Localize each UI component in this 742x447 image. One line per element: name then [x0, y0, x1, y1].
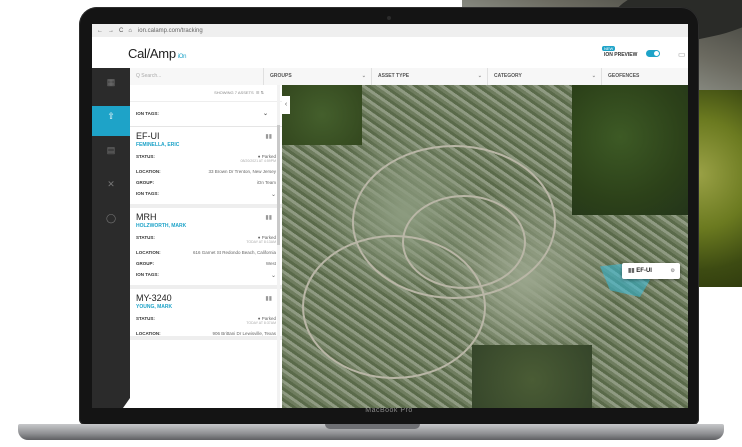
- asset-list: SHOWING 7 ASSETS ☰ ⇅ ION TAGS: ⌄ EF-UI ▮▮…: [130, 85, 283, 408]
- group-label: GROUP:: [136, 261, 154, 266]
- laptop-notch: [325, 424, 420, 429]
- gear-icon[interactable]: ⚙: [671, 263, 675, 279]
- chevron-down-icon: ⌄: [361, 73, 366, 79]
- status-label: STATUS:: [136, 316, 155, 321]
- location-value: 33 Brown Dr Trenton, New Jersey: [208, 169, 276, 174]
- asset-owner[interactable]: YOUNG, MARK: [136, 304, 276, 310]
- nav-reflection: [92, 398, 130, 408]
- asset-name: MY-3240: [136, 293, 172, 303]
- asset-owner[interactable]: FEMINELLA, ERIC: [136, 142, 276, 148]
- camera-dot: [387, 16, 391, 20]
- geofences-dropdown[interactable]: GEOFENCES: [602, 68, 688, 85]
- admin-icon: ◯: [105, 213, 117, 223]
- search-input[interactable]: Q Search...: [130, 68, 264, 85]
- list-view-icon[interactable]: ☰: [256, 90, 260, 95]
- group-label: GROUP:: [136, 180, 154, 185]
- chat-icon[interactable]: ▭: [678, 50, 686, 59]
- nav-tracking[interactable]: ⇧: [92, 106, 130, 136]
- ion-preview-label: ION PREVIEW: [604, 52, 638, 58]
- satellite-map[interactable]: ▮▮ EF-UI ⚙: [282, 85, 688, 408]
- status-label: STATUS:: [136, 154, 155, 159]
- home-icon[interactable]: ⌂: [128, 28, 132, 34]
- filter-bar: Q Search... GROUPS ⌄ ASSET TYPE ⌄ CATEGORY…: [130, 68, 688, 86]
- groups-dropdown[interactable]: GROUPS ⌄: [264, 68, 372, 85]
- location-label: LOCATION:: [136, 331, 161, 336]
- url-field[interactable]: ion.calamp.com/tracking: [138, 28, 203, 34]
- asset-type-dropdown[interactable]: ASSET TYPE ⌄: [372, 68, 488, 85]
- side-nav: ▦ ⇧ ▤ ✕ ◯: [92, 68, 130, 408]
- map-forest: [282, 85, 362, 145]
- list-scrollbar[interactable]: [277, 85, 280, 408]
- map-road: [302, 235, 486, 379]
- asset-card[interactable]: MY-3240 ▮▮ YOUNG, MARK STATUS: ● Parked TO…: [130, 289, 282, 340]
- asset-card[interactable]: EF-UI ▮▮ FEMINELLA, ERIC STATUS: ● Parked…: [130, 127, 282, 208]
- status-time: TODAY AT 8:37AM: [246, 321, 276, 325]
- new-badge: NEW: [602, 46, 616, 51]
- forward-icon[interactable]: →: [108, 28, 114, 34]
- truck-icon: ▮▮: [265, 215, 272, 221]
- map-forest: [572, 85, 688, 215]
- nav-reports[interactable]: ▤: [92, 140, 130, 170]
- laptop-brand: MacBook Pro: [365, 407, 413, 414]
- asset-name: EF-UI: [136, 131, 160, 141]
- sort-icon[interactable]: ⇅: [261, 90, 264, 95]
- location-label: LOCATION:: [136, 250, 161, 255]
- asset-count: SHOWING 7 ASSETS ☰ ⇅: [130, 85, 282, 102]
- ion-tags-filter[interactable]: ION TAGS: ⌄: [130, 102, 282, 127]
- nav-alerts[interactable]: ✕: [92, 174, 130, 204]
- map-forest: [472, 345, 592, 408]
- nav-dashboard[interactable]: ▦: [92, 72, 130, 102]
- category-label: CATEGORY: [494, 73, 522, 79]
- chevron-down-icon[interactable]: ⌄: [271, 191, 276, 198]
- status-time: TODAY AT 8:13AM: [246, 240, 276, 244]
- scrollbar-thumb[interactable]: [277, 125, 280, 245]
- app-screen: ← → C ⌂ ion.calamp.com/tracking Cal/Amp i…: [92, 24, 688, 408]
- location-label: LOCATION:: [136, 169, 161, 174]
- truck-icon: ▮▮: [265, 134, 272, 140]
- category-dropdown[interactable]: CATEGORY ⌄: [488, 68, 602, 85]
- nav-admin[interactable]: ◯: [92, 208, 130, 238]
- alerts-icon: ✕: [107, 179, 115, 189]
- chevron-down-icon: ⌄: [477, 73, 482, 79]
- truck-icon: ▮▮: [265, 296, 272, 302]
- ion-preview-toggle[interactable]: [646, 50, 660, 57]
- chevron-down-icon[interactable]: ⌄: [271, 272, 276, 279]
- ion-tags-label: ION TAGS:: [136, 111, 159, 116]
- truck-icon: ▮▮: [628, 268, 635, 274]
- asset-card[interactable]: MRH ▮▮ HOLZWORTH, MARK STATUS: ● Parked TO…: [130, 208, 282, 289]
- dashboard-icon: ▦: [106, 77, 116, 87]
- status-label: STATUS:: [136, 235, 155, 240]
- status-time: 08/20/2021 AT 4:59PM: [240, 159, 276, 163]
- location-value: 616 Garnet St Redondo Beach, California: [192, 250, 276, 255]
- group-value: West: [265, 261, 276, 266]
- browser-bar: ← → C ⌂ ion.calamp.com/tracking: [92, 24, 688, 38]
- asset-owner[interactable]: HOLZWORTH, MARK: [136, 223, 276, 229]
- back-icon[interactable]: ←: [97, 28, 103, 34]
- marker-label: EF-UI: [636, 268, 652, 274]
- asset-type-label: ASSET TYPE: [378, 73, 410, 79]
- asset-count-label: SHOWING 7 ASSETS: [214, 90, 254, 95]
- location-value: 906 Brittani Dr Lewisville, Texas: [212, 331, 276, 336]
- group-value: iOn Team: [256, 180, 276, 185]
- groups-label: GROUPS: [270, 73, 292, 79]
- tracking-icon: ⇧: [107, 111, 115, 121]
- ion-tags-label: ION TAGS:: [136, 191, 159, 196]
- logo-text: Cal/Amp: [128, 46, 176, 61]
- asset-name: MRH: [136, 212, 157, 222]
- app-header: Cal/Amp iOn NEW ION PREVIEW ▭: [92, 37, 688, 69]
- calamp-logo[interactable]: Cal/Amp iOn: [128, 46, 187, 61]
- map-asset-marker[interactable]: ▮▮ EF-UI ⚙: [622, 263, 680, 279]
- reload-icon[interactable]: C: [119, 28, 123, 34]
- chevron-down-icon: ⌄: [262, 111, 268, 117]
- chevron-down-icon: ⌄: [591, 73, 596, 79]
- ion-tags-label: ION TAGS:: [136, 272, 159, 277]
- collapse-panel-button[interactable]: ‹: [282, 96, 290, 114]
- reports-icon: ▤: [106, 145, 116, 155]
- logo-sub: iOn: [177, 54, 187, 60]
- geofences-label: GEOFENCES: [608, 73, 640, 79]
